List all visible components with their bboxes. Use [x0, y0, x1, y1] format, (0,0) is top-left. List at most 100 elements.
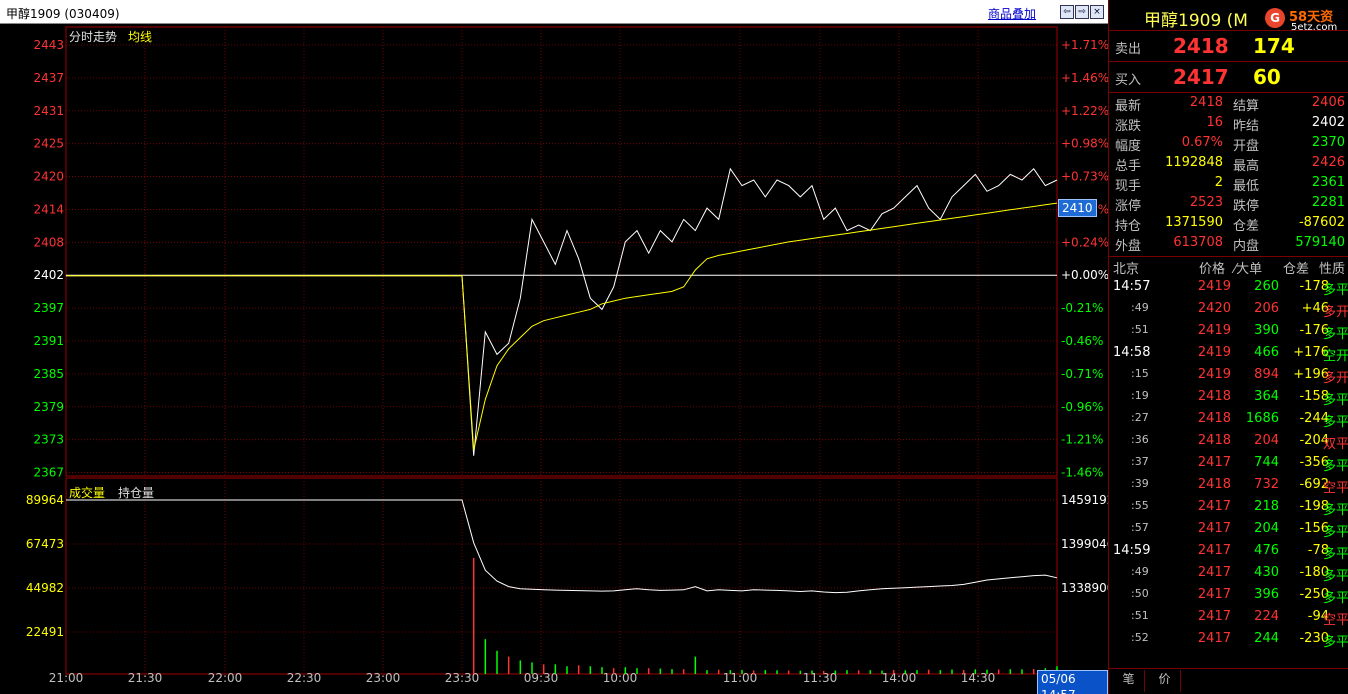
oi-axis-label: 1459192: [1061, 493, 1108, 507]
chart-canvas[interactable]: 2443 +1.71% 2437 +1.46% 2431 +1.22% 2425 +0.98%…: [0, 24, 1108, 694]
tick-row[interactable]: :49 2420 206 +46 多开: [1109, 299, 1348, 321]
stat-label: 持仓: [1115, 219, 1142, 234]
pct-axis-label: +1.46%: [1061, 71, 1108, 85]
tick-nature: 空平: [1322, 613, 1348, 628]
stat-label: 涨跌: [1115, 119, 1142, 134]
tick-nature: 空平: [1322, 481, 1348, 496]
tick-tab[interactable]: 笔: [1113, 670, 1145, 692]
tick-nature: 双平: [1322, 437, 1348, 452]
tick-row[interactable]: :51 2417 224 -94 空平: [1109, 607, 1348, 629]
tick-price: 2417: [1197, 587, 1231, 602]
time-axis-label: 14:00: [882, 671, 917, 685]
tick-row[interactable]: :37 2417 744 -356 多平: [1109, 453, 1348, 475]
volume-axis-label: 67473: [26, 537, 64, 551]
stat-value: 2: [1214, 175, 1223, 190]
pct-axis-label: -0.21%: [1061, 301, 1103, 315]
tick-nature: 多平: [1322, 327, 1348, 342]
tick-time: :15: [1131, 367, 1149, 380]
tick-price: 2419: [1197, 279, 1231, 294]
time-axis-label: 22:30: [287, 671, 322, 685]
oi-axis-label: 1338900: [1061, 581, 1108, 595]
tick-head-oi: 仓差: [1283, 262, 1310, 277]
tick-time: :51: [1131, 609, 1149, 622]
tick-time: :51: [1131, 323, 1149, 336]
tick-time: :39: [1131, 477, 1149, 490]
time-axis-label: 21:30: [128, 671, 163, 685]
pct-axis-label: -1.21%: [1061, 433, 1103, 447]
tick-volume: 1686: [1245, 411, 1279, 426]
current-price-tag: 2410: [1058, 199, 1097, 217]
tick-nature: 多平: [1322, 591, 1348, 606]
window-title: 甲醇1909 (030409): [6, 7, 120, 21]
tick-nature: 多平: [1322, 525, 1348, 540]
tick-row[interactable]: 14:59 2417 476 -78 多平: [1109, 541, 1348, 563]
overlay-compare-link[interactable]: 商品叠加: [988, 5, 1036, 22]
tick-row[interactable]: :15 2419 894 +196 多开: [1109, 365, 1348, 387]
prev-arrow-icon[interactable]: ⇦: [1060, 5, 1074, 19]
time-axis-label: 14:30: [961, 671, 996, 685]
stat-label: 最低: [1233, 179, 1260, 194]
tick-row[interactable]: :51 2419 390 -176 多平: [1109, 321, 1348, 343]
stat-value: -87602: [1298, 215, 1345, 230]
tick-nature: 多平: [1322, 393, 1348, 408]
time-axis-label: 11:30: [803, 671, 838, 685]
close-icon[interactable]: ×: [1090, 5, 1104, 19]
next-arrow-icon[interactable]: ⇨: [1075, 5, 1089, 19]
tick-row[interactable]: :39 2418 732 -692 空平: [1109, 475, 1348, 497]
pct-axis-label: -0.96%: [1061, 400, 1103, 414]
tick-volume: 364: [1254, 389, 1279, 404]
bid-volume: 60: [1253, 65, 1281, 89]
price-axis-label: 2379: [33, 400, 64, 414]
stat-label: 结算: [1233, 99, 1260, 114]
tick-row[interactable]: :36 2418 204 -204 双平: [1109, 431, 1348, 453]
tick-row[interactable]: :55 2417 218 -198 多平: [1109, 497, 1348, 519]
stat-item: 最低 2361: [1233, 175, 1345, 194]
price-axis-label: 2408: [33, 235, 64, 249]
stat-item: 最新 2418: [1115, 95, 1223, 114]
tick-list[interactable]: 北京 价格 ⁄大单 仓差 性质 14:57 2419 260 -178 多平:49 242…: [1109, 256, 1348, 668]
tick-row[interactable]: 14:58 2419 466 +176 空开: [1109, 343, 1348, 365]
tick-row[interactable]: :19 2418 364 -158 多平: [1109, 387, 1348, 409]
tick-head-price: 价格: [1199, 262, 1226, 277]
price-pane-avg-label: 均线: [128, 30, 153, 44]
tick-time: :19: [1131, 389, 1149, 402]
tick-nature: 多平: [1322, 503, 1348, 518]
tick-row[interactable]: :50 2417 396 -250 多平: [1109, 585, 1348, 607]
tick-tab[interactable]: 价: [1149, 670, 1181, 692]
pct-axis-label: +0.24%: [1061, 235, 1108, 249]
stat-item: 内盘 579140: [1233, 235, 1345, 254]
stat-value: 2426: [1311, 155, 1345, 170]
stat-item: 涨跌 16: [1115, 115, 1223, 134]
intraday-chart[interactable]: 2443 +1.71% 2437 +1.46% 2431 +1.22% 2425 +0.98%…: [0, 24, 1108, 694]
tick-volume: 244: [1254, 631, 1279, 646]
price-axis-label: 2367: [33, 466, 64, 480]
tick-row[interactable]: :57 2417 204 -156 多平: [1109, 519, 1348, 541]
price-axis-label: 2414: [33, 202, 64, 216]
stat-label: 总手: [1115, 159, 1142, 174]
tick-row[interactable]: :49 2417 430 -180 多平: [1109, 563, 1348, 585]
stat-item: 现手 2: [1115, 175, 1223, 194]
stat-item: 持仓 1371590: [1115, 215, 1223, 234]
tick-volume: 430: [1254, 565, 1279, 580]
stat-item: 昨结 2402: [1233, 115, 1345, 134]
bid-label: 买入: [1115, 73, 1142, 88]
tick-time: 14:58: [1113, 345, 1151, 360]
price-axis-label: 2420: [33, 170, 64, 184]
pct-axis-label: +0.73%: [1061, 170, 1108, 184]
tick-row[interactable]: 14:57 2419 260 -178 多平: [1109, 277, 1348, 299]
tick-price: 2417: [1197, 543, 1231, 558]
tick-time: :27: [1131, 411, 1149, 424]
stat-label: 内盘: [1233, 239, 1260, 254]
tick-volume: 396: [1254, 587, 1279, 602]
tick-row[interactable]: :52 2417 244 -230 多平: [1109, 629, 1348, 651]
tick-price: 2418: [1197, 433, 1231, 448]
time-axis-label: 10:00: [603, 671, 638, 685]
stat-label: 仓差: [1233, 219, 1260, 234]
tick-price: 2417: [1197, 455, 1231, 470]
tick-row[interactable]: :27 2418 1686 -244 多平: [1109, 409, 1348, 431]
tick-nature: 多平: [1322, 459, 1348, 474]
stat-value: 1371590: [1165, 215, 1223, 230]
oi-axis-label: 1399046: [1061, 537, 1108, 551]
price-pane-frame: [65, 26, 1058, 477]
ask-label: 卖出: [1115, 42, 1142, 57]
